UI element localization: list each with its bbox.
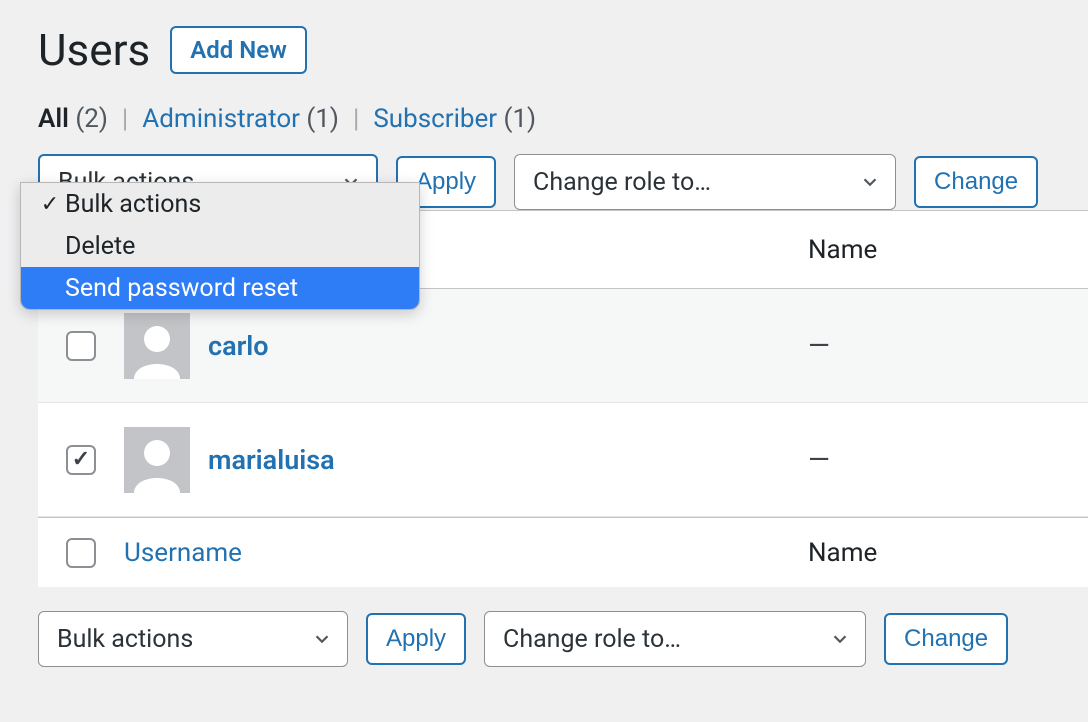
username-link[interactable]: carlo	[208, 330, 269, 362]
name-cell: —	[808, 443, 830, 476]
row-checkbox[interactable]	[66, 331, 96, 361]
check-icon: ✓	[35, 192, 65, 217]
change-button-top[interactable]: Change	[914, 156, 1038, 208]
chevron-down-icon	[829, 628, 851, 650]
username-link[interactable]: marialuisa	[208, 444, 335, 476]
add-new-button[interactable]: Add New	[170, 26, 307, 74]
table-row: marialuisa —	[38, 403, 1088, 517]
avatar	[124, 313, 190, 379]
bulk-option-send-password-reset[interactable]: Send password reset	[21, 267, 419, 309]
page-title: Users	[38, 24, 150, 76]
bulk-option-label: Delete	[65, 232, 135, 261]
filter-separator: |	[114, 104, 136, 134]
filter-all-count: (2)	[75, 104, 108, 134]
change-role-select-bottom[interactable]: Change role to…	[484, 611, 866, 667]
filter-administrator-count: (1)	[306, 104, 339, 134]
chevron-down-icon	[859, 171, 881, 193]
filter-subscriber[interactable]: Subscriber	[373, 104, 497, 134]
role-filters: All (2) | Administrator (1) | Subscriber…	[38, 104, 1088, 134]
bulk-option-label: Bulk actions	[65, 190, 201, 219]
row-checkbox[interactable]	[66, 445, 96, 475]
bulk-action-selected-label: Bulk actions	[57, 625, 193, 654]
bulk-option-delete[interactable]: Delete	[21, 225, 419, 267]
table-footer: Username Name	[38, 517, 1088, 587]
bulk-option-bulk-actions[interactable]: ✓ Bulk actions	[21, 183, 419, 225]
filter-administrator[interactable]: Administrator	[142, 104, 300, 134]
avatar	[124, 427, 190, 493]
change-button-bottom[interactable]: Change	[884, 613, 1008, 665]
name-cell: —	[808, 329, 830, 362]
bulk-actions-dropdown: ✓ Bulk actions Delete Send password rese…	[20, 182, 420, 310]
change-role-label: Change role to…	[533, 168, 711, 197]
column-name-header: Name	[808, 235, 1088, 265]
column-username-footer[interactable]: Username	[124, 538, 242, 568]
apply-button-bottom[interactable]: Apply	[366, 613, 466, 665]
filter-separator: |	[345, 104, 367, 134]
bulk-actions-select-bottom[interactable]: Bulk actions	[38, 611, 348, 667]
change-role-select-top[interactable]: Change role to…	[514, 154, 896, 210]
filter-all[interactable]: All	[38, 104, 69, 134]
filter-subscriber-count: (1)	[504, 104, 537, 134]
change-role-label: Change role to…	[503, 625, 681, 654]
bulk-option-label: Send password reset	[65, 274, 298, 303]
column-name-footer: Name	[808, 538, 1088, 568]
chevron-down-icon	[311, 628, 333, 650]
select-all-checkbox-bottom[interactable]	[66, 538, 96, 568]
